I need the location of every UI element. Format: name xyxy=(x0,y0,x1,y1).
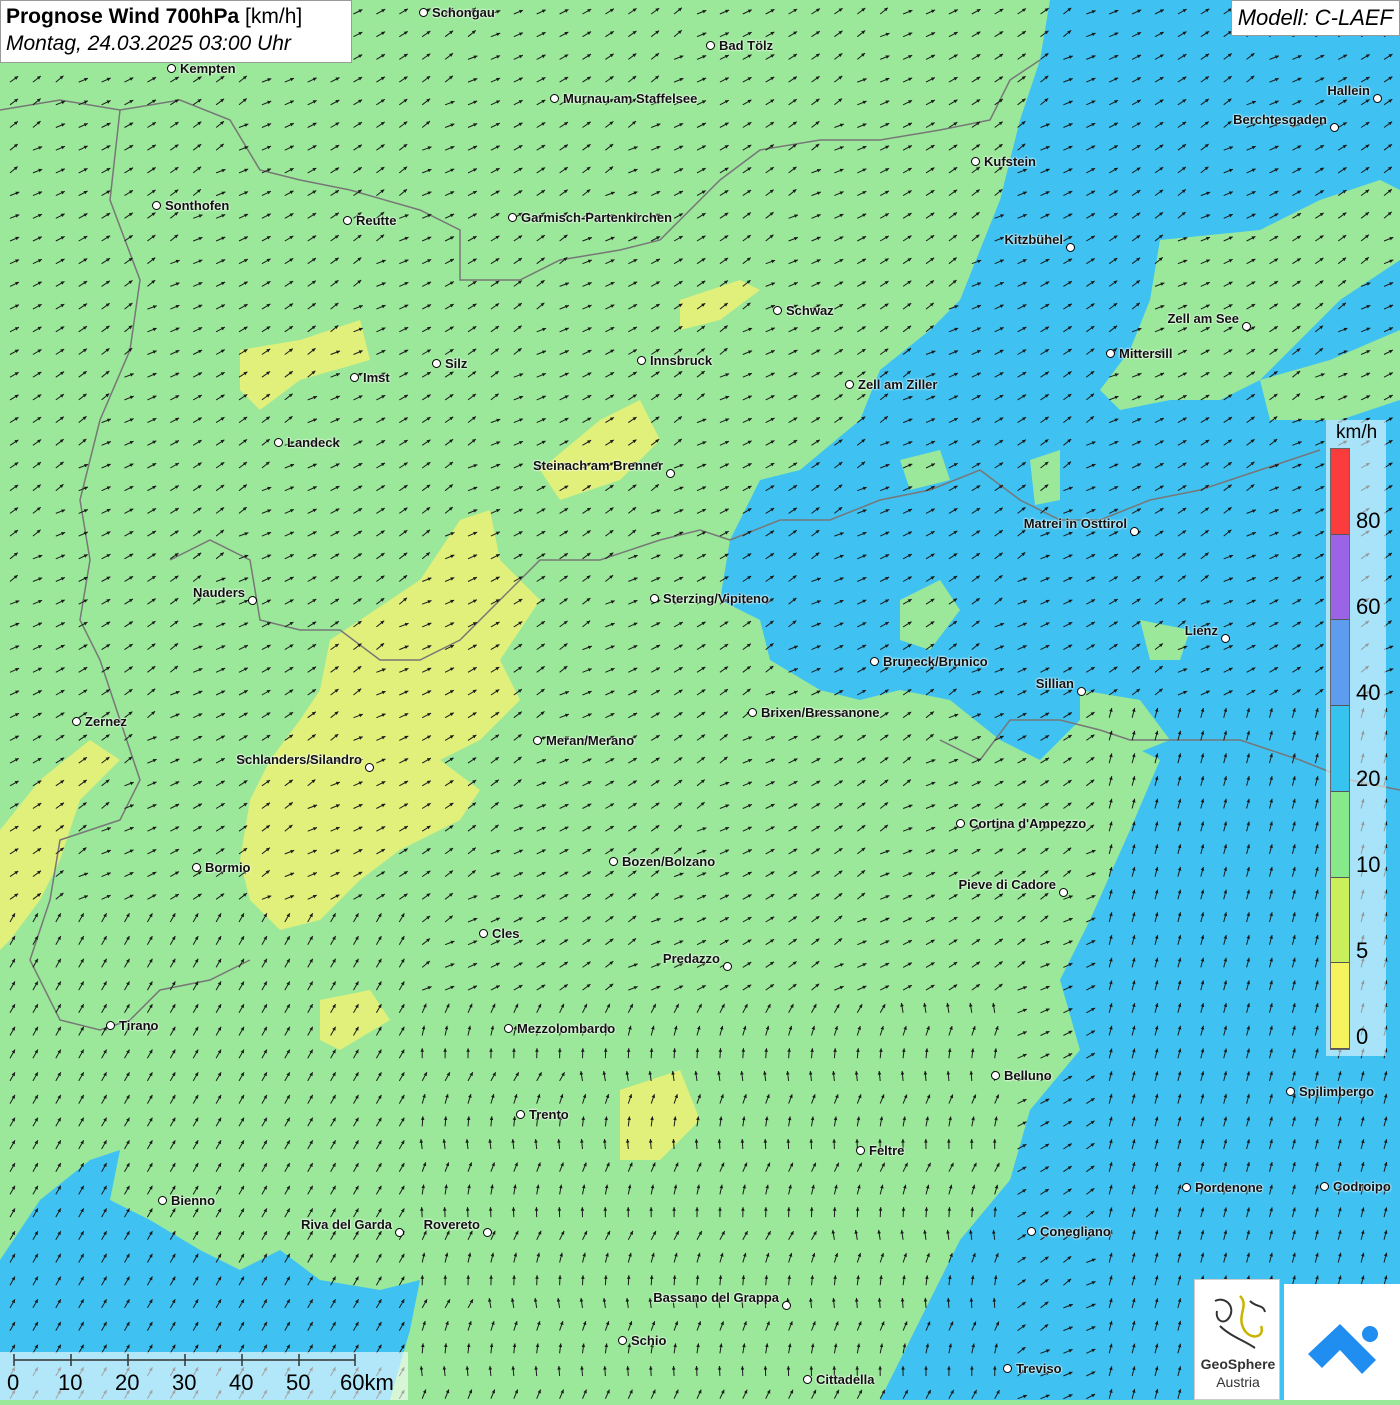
wind-arrow-head xyxy=(930,235,935,239)
wind-arrow-head xyxy=(1182,121,1187,126)
wind-arrow-head xyxy=(289,734,293,739)
wind-arrow-head xyxy=(609,485,614,489)
wind-arrow-head xyxy=(907,280,912,285)
wind-arrow-head xyxy=(632,439,637,444)
wind-arrow-head xyxy=(311,689,316,693)
wind-arrow-head xyxy=(243,416,248,421)
wind-arrow-head xyxy=(838,8,843,12)
wind-arrow-head xyxy=(1205,76,1209,80)
wind-arrow-head xyxy=(632,848,637,852)
wind-arrow-head xyxy=(1021,870,1026,875)
wind-arrow-head xyxy=(655,802,660,807)
wind-arrow-head xyxy=(1319,666,1324,671)
wind-arrow-head xyxy=(976,553,980,557)
wind-arrow-head xyxy=(930,643,935,648)
wind-arrow-head xyxy=(334,643,339,648)
wind-arrow-head xyxy=(586,530,591,534)
wind-arrow-head xyxy=(586,121,591,126)
wind-arrow-head xyxy=(1227,439,1232,444)
wind-arrow-head xyxy=(266,371,271,375)
wind-arrow-head xyxy=(289,326,293,330)
wind-arrow-head xyxy=(998,916,1003,920)
wind-arrow-head xyxy=(14,893,19,898)
wind-arrow-head xyxy=(563,167,568,171)
wind-arrow-head xyxy=(197,99,202,103)
wind-arrow-head xyxy=(884,326,889,330)
wind-arrow-head xyxy=(1273,348,1278,353)
wind-arrow-head xyxy=(1250,394,1255,398)
wind-arrow-head xyxy=(37,848,42,852)
wind-arrow-head xyxy=(678,757,683,761)
wind-arrow-head xyxy=(953,598,958,602)
